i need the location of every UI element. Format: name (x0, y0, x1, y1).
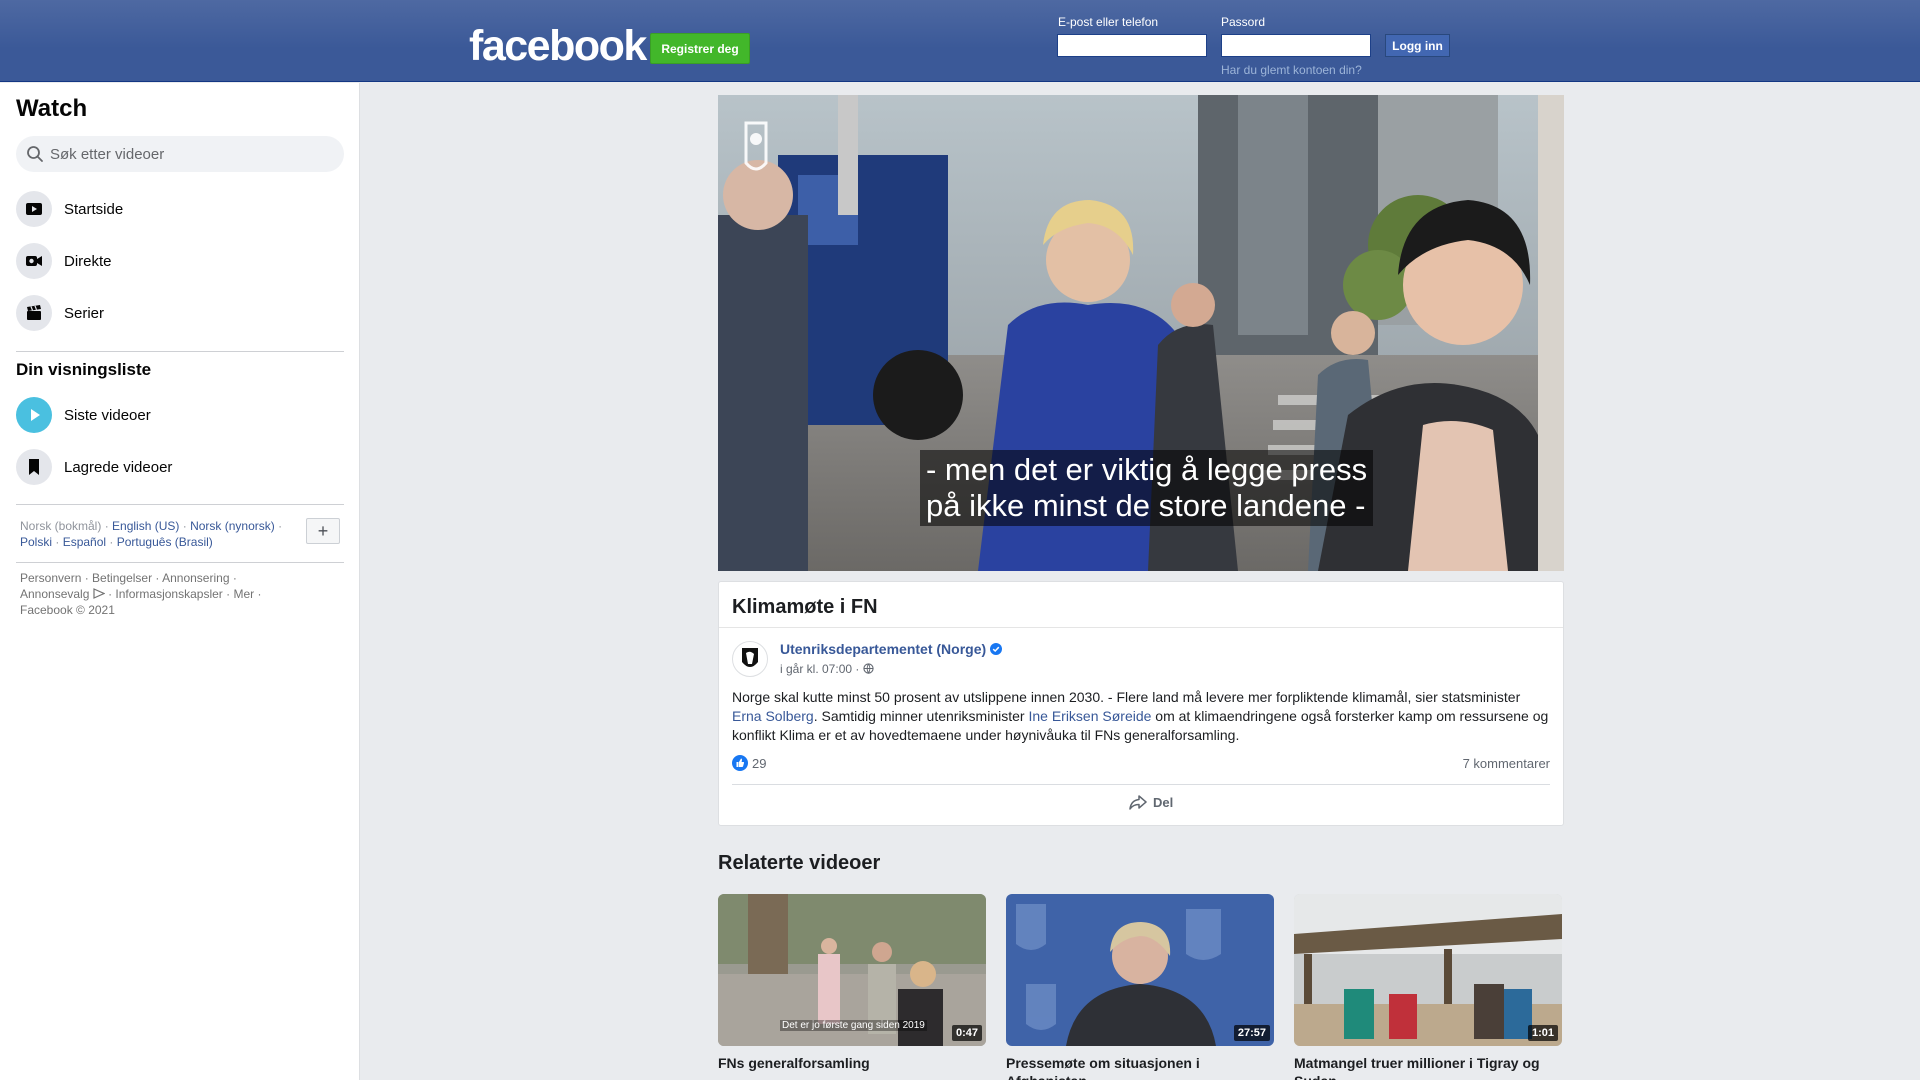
post-body: Norge skal kutte minst 50 prosent av uts… (732, 688, 1552, 745)
timestamp-text[interactable]: i går kl. 07:00 · (780, 662, 859, 676)
sidebar-divider (16, 562, 344, 563)
like-icon (732, 755, 748, 771)
watch-sidebar: Watch Startside Direkte Serier Din visni… (0, 83, 360, 1080)
video-subtitle: - men det er viktig å legge press på ikk… (920, 450, 1374, 526)
video-thumbnail[interactable]: Det er jo første gang siden 2019 0:47 (718, 894, 986, 1046)
mention-ine-eriksen-soreide[interactable]: Ine Eriksen Søreide (1028, 708, 1151, 724)
thumbnail-subtitle: Det er jo første gang siden 2019 (780, 1020, 927, 1031)
language-link[interactable]: Português (Brasil) (117, 535, 213, 549)
language-link[interactable]: Polski (20, 535, 52, 549)
video-search-box[interactable] (16, 136, 344, 172)
footer-link[interactable]: Mer (233, 587, 254, 601)
post-timestamp: i går kl. 07:00 · (780, 662, 874, 676)
related-video-title[interactable]: Pressemøte om situasjonen i Afghanistan (1006, 1054, 1274, 1080)
author-name: Utenriksdepartementet (Norge) (780, 641, 987, 657)
add-language-button[interactable]: + (306, 518, 340, 544)
sidebar-item-serier[interactable]: Serier (16, 291, 344, 335)
login-button[interactable]: Logg inn (1385, 34, 1450, 57)
sidebar-title: Watch (16, 95, 88, 122)
sidebar-item-siste-videoer[interactable]: Siste videoer (16, 393, 344, 437)
live-camera-icon (16, 243, 52, 279)
reactions-count[interactable]: 29 (732, 755, 766, 771)
post-divider (732, 784, 1550, 785)
sidebar-item-label: Serier (64, 304, 105, 322)
share-button[interactable]: Del (1129, 794, 1173, 810)
footer-links: Personvern · Betingelser · Annonsering ·… (20, 571, 262, 617)
password-label: Passord (1221, 15, 1266, 29)
sidebar-divider (16, 351, 344, 352)
footer-link[interactable]: Annonsering (162, 571, 229, 585)
language-selector: Norsk (bokmål) · English (US) · Norsk (n… (20, 519, 283, 549)
related-video-card[interactable]: 27:57 Pressemøte om situasjonen i Afghan… (1006, 894, 1274, 1080)
video-search-input[interactable] (50, 145, 330, 163)
current-language: Norsk (bokmål) (20, 519, 102, 533)
forgot-account-link[interactable]: Har du glemt kontoen din? (1221, 63, 1362, 77)
sidebar-item-label: Siste videoer (64, 406, 151, 424)
language-link[interactable]: English (US) (112, 519, 179, 533)
top-bar: facebook Registrer deg E-post eller tele… (0, 0, 1920, 82)
ad-choices-icon (93, 587, 106, 601)
related-video-card[interactable]: Det er jo første gang siden 2019 0:47 FN… (718, 894, 986, 1080)
sidebar-item-lagrede-videoer[interactable]: Lagrede videoer (16, 445, 344, 489)
related-videos-title: Relaterte videoer (718, 852, 881, 874)
post-text-segment: . Samtidig minner utenriksminister (813, 708, 1029, 724)
copyright: Facebook © 2021 (20, 603, 115, 617)
sidebar-item-label: Direkte (64, 252, 112, 270)
lion-crest-icon (742, 648, 758, 667)
post-divider (719, 627, 1563, 628)
language-link[interactable]: Español (63, 535, 106, 549)
post-author-link[interactable]: Utenriksdepartementet (Norge) (780, 641, 1003, 657)
sidebar-item-direkte[interactable]: Direkte (16, 239, 344, 283)
sidebar-divider (16, 504, 344, 505)
mention-erna-solberg[interactable]: Erna Solberg (732, 708, 814, 724)
email-field[interactable] (1057, 34, 1207, 57)
password-field[interactable] (1221, 34, 1371, 57)
watchlist-title: Din visningsliste (16, 360, 152, 379)
footer-link[interactable]: Informasjonskapsler (115, 587, 222, 601)
globe-icon (863, 662, 874, 676)
thumbnail-image (1294, 894, 1562, 1046)
video-thumbnail[interactable]: 1:01 (1294, 894, 1562, 1046)
play-circle-icon (16, 397, 52, 433)
related-video-title[interactable]: FNs generalforsamling (718, 1054, 986, 1072)
post-title: Klimamøte i FN (732, 596, 878, 618)
register-button[interactable]: Registrer deg (650, 33, 750, 64)
play-screen-icon (16, 191, 52, 227)
related-video-title[interactable]: Matmangel truer millioner i Tigray og Su… (1294, 1054, 1562, 1080)
subtitle-line: - men det er viktig å legge press (926, 452, 1368, 487)
sidebar-item-label: Lagrede videoer (64, 458, 173, 476)
video-duration: 27:57 (1233, 1025, 1270, 1041)
footer-link[interactable]: Betingelser (92, 571, 152, 585)
search-icon (26, 145, 44, 163)
subtitle-line: på ikke minst de store landene - (926, 488, 1366, 523)
post-text-segment: Norge skal kutte minst 50 prosent av uts… (732, 689, 1521, 705)
email-label: E-post eller telefon (1058, 15, 1159, 29)
share-label: Del (1153, 794, 1174, 810)
likes-number: 29 (752, 755, 767, 771)
thumbnail-image (1006, 894, 1274, 1046)
sidebar-item-startside[interactable]: Startside (16, 187, 344, 231)
video-player[interactable]: - men det er viktig å legge press på ikk… (718, 95, 1564, 571)
facebook-logo[interactable]: facebook (469, 22, 647, 71)
video-thumbnail[interactable]: 27:57 (1006, 894, 1274, 1046)
clapperboard-icon (16, 295, 52, 331)
comments-count-link[interactable]: 7 kommentarer (1463, 756, 1550, 771)
video-post-card: Klimamøte i FN Utenriksdepartementet (No… (718, 581, 1564, 826)
video-duration: 1:01 (1527, 1025, 1558, 1041)
video-duration: 0:47 (951, 1025, 982, 1041)
language-link[interactable]: Norsk (nynorsk) (190, 519, 275, 533)
related-video-card[interactable]: 1:01 Matmangel truer millioner i Tigray … (1294, 894, 1562, 1080)
bookmark-icon (16, 449, 52, 485)
verified-badge-icon (990, 643, 1003, 655)
footer-link[interactable]: Annonsevalg (20, 587, 89, 601)
share-arrow-icon (1129, 795, 1147, 810)
avatar[interactable] (732, 641, 768, 677)
footer-link[interactable]: Personvern (20, 571, 81, 585)
sidebar-item-label: Startside (64, 200, 124, 218)
